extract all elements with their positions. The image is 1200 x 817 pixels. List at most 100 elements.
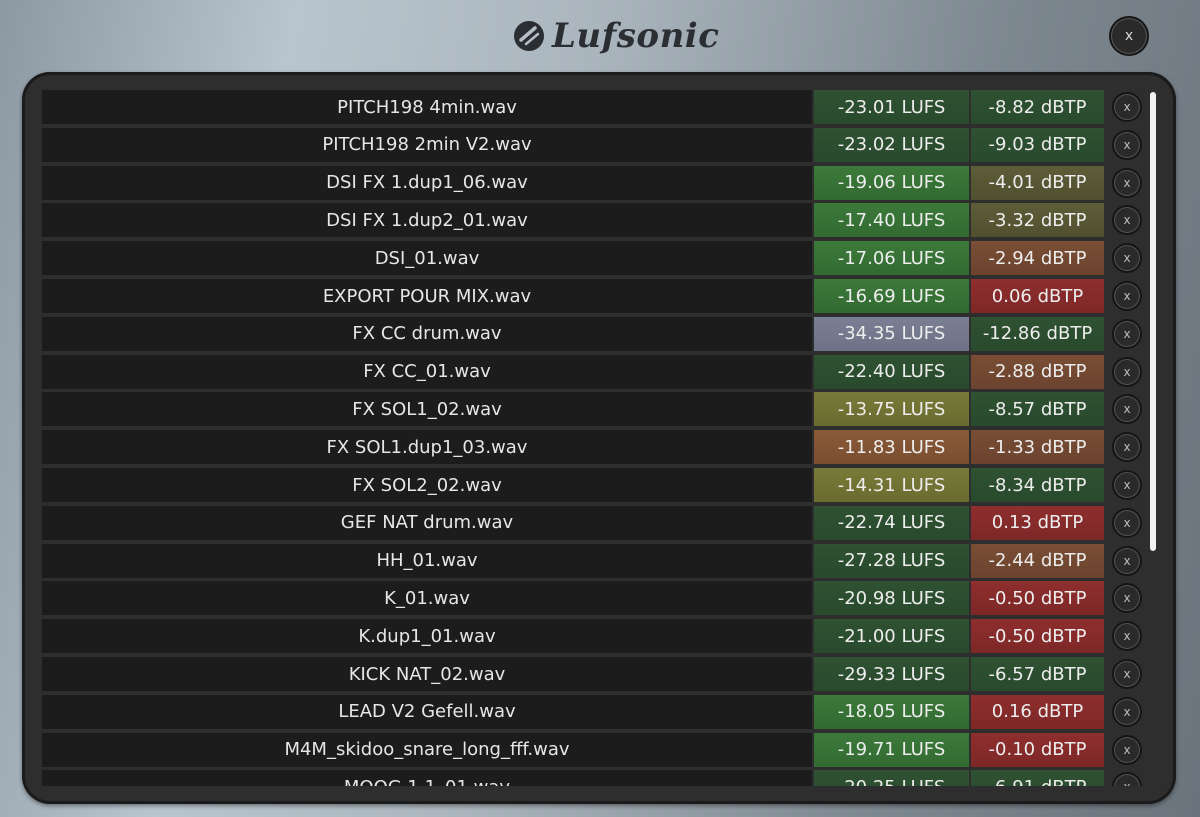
dbtp-value: -12.86 dBTP xyxy=(971,316,1104,351)
dbtp-value: -8.82 dBTP xyxy=(971,90,1104,124)
file-row[interactable]: PITCH198 4min.wav -23.01 LUFS -8.82 dBTP x xyxy=(42,90,1150,124)
file-row[interactable]: FX CC_01.wav -22.40 LUFS -2.88 dBTP x xyxy=(42,354,1150,389)
dbtp-value: -2.44 dBTP xyxy=(971,543,1104,578)
x-icon: x xyxy=(1123,780,1130,786)
file-row[interactable]: HH_01.wav -27.28 LUFS -2.44 dBTP x xyxy=(42,543,1150,578)
app-title: Lufsonic xyxy=(552,16,720,56)
dbtp-value: -0.10 dBTP xyxy=(971,732,1104,767)
lufs-value: -27.28 LUFS xyxy=(814,543,969,578)
file-row[interactable]: M4M_skidoo_snare_long_fff.wav -19.71 LUFS… xyxy=(42,732,1150,767)
file-row[interactable]: EXPORT POUR MIX.wav -16.69 LUFS 0.06 dBTP x xyxy=(42,279,1150,313)
file-name: EXPORT POUR MIX.wav xyxy=(42,279,812,313)
lufs-value: -21.00 LUFS xyxy=(814,619,969,654)
remove-file-button[interactable]: x xyxy=(1112,243,1142,274)
file-row[interactable]: DSI FX 1.dup1_06.wav -19.06 LUFS -4.01 dBT… xyxy=(42,165,1150,200)
dbtp-value: -1.33 dBTP xyxy=(971,430,1104,465)
file-name: DSI FX 1.dup1_06.wav xyxy=(42,165,812,200)
lufs-value: -22.74 LUFS xyxy=(814,505,969,540)
x-icon: x xyxy=(1123,175,1131,190)
remove-file-button[interactable]: x xyxy=(1112,92,1142,122)
dbtp-value: -2.88 dBTP xyxy=(971,354,1104,389)
remove-file-button[interactable]: x xyxy=(1112,205,1142,236)
file-name: PITCH198 2min V2.wav xyxy=(42,127,812,162)
file-row[interactable]: FX SOL1.dup1_03.wav -11.83 LUFS -1.33 dBTP… xyxy=(42,430,1150,465)
lufs-value: -23.02 LUFS xyxy=(814,127,969,162)
file-name: FX CC_01.wav xyxy=(42,354,812,389)
dbtp-value: -3.32 dBTP xyxy=(971,203,1104,238)
dbtp-value: -9.03 dBTP xyxy=(971,127,1104,162)
x-icon: x xyxy=(1123,667,1131,681)
file-name: LEAD V2 Gefell.wav xyxy=(42,694,812,729)
file-row[interactable]: K.dup1_01.wav -21.00 LUFS -0.50 dBTP x xyxy=(42,619,1150,654)
dbtp-value: -0.50 dBTP xyxy=(971,619,1104,654)
file-row[interactable]: FX CC drum.wav -34.35 LUFS -12.86 dBTP x xyxy=(42,316,1150,351)
x-icon: x xyxy=(1123,289,1131,303)
remove-file-button[interactable]: x xyxy=(1112,696,1142,727)
file-name: KICK NAT_02.wav xyxy=(42,657,812,691)
lufs-value: -29.33 LUFS xyxy=(814,657,969,691)
file-row[interactable]: PITCH198 2min V2.wav -23.02 LUFS -9.03 dBT… xyxy=(42,127,1150,162)
remove-file-button[interactable]: x xyxy=(1112,432,1142,463)
remove-file-button[interactable]: x xyxy=(1112,281,1142,311)
lufs-value: -18.05 LUFS xyxy=(814,694,969,729)
dbtp-value: 0.16 dBTP xyxy=(971,694,1104,729)
x-icon: x xyxy=(1123,478,1131,492)
x-icon: x xyxy=(1123,137,1131,152)
dbtp-value: -4.01 dBTP xyxy=(971,165,1104,200)
file-row[interactable]: MOOG 1.1_01.wav-20.25 LUFS-6.91 dBTP x xyxy=(42,770,1150,786)
file-name: HH_01.wav xyxy=(42,543,812,578)
lufs-value: -34.35 LUFS xyxy=(814,316,969,351)
remove-file-button[interactable]: x xyxy=(1112,167,1142,198)
file-row[interactable]: DSI_01.wav -17.06 LUFS -2.94 dBTP x xyxy=(42,241,1150,276)
remove-file-button[interactable]: x xyxy=(1112,318,1142,349)
dbtp-value: -6.57 dBTP xyxy=(971,657,1104,691)
lufs-value: -13.75 LUFS xyxy=(814,392,969,427)
x-icon: x xyxy=(1123,251,1131,266)
file-list[interactable]: PITCH198 4min.wav -23.01 LUFS -8.82 dBTP x P… xyxy=(42,90,1150,786)
lufs-value: -14.31 LUFS xyxy=(814,468,969,502)
file-row[interactable]: K_01.wav -20.98 LUFS -0.50 dBTP x xyxy=(42,581,1150,616)
file-name: GEF NAT drum.wav xyxy=(42,505,812,540)
dbtp-value: -0.50 dBTP xyxy=(971,581,1104,616)
dbtp-value: -8.34 dBTP xyxy=(971,468,1104,502)
x-icon: x xyxy=(1123,591,1131,606)
file-row[interactable]: FX SOL2_02.wav -14.31 LUFS -8.34 dBTP x xyxy=(42,468,1150,502)
file-row[interactable]: DSI FX 1.dup2_01.wav -17.40 LUFS -3.32 dBT… xyxy=(42,203,1150,238)
remove-file-button[interactable]: x xyxy=(1112,583,1142,614)
x-icon: x xyxy=(1123,440,1131,455)
remove-file-button[interactable]: x xyxy=(1112,356,1142,387)
scrollbar-thumb[interactable] xyxy=(1150,92,1156,552)
x-icon: x xyxy=(1123,553,1131,568)
lufs-value: -20.25 LUFS xyxy=(814,770,969,786)
file-name: FX SOL1_02.wav xyxy=(42,392,812,427)
remove-file-button[interactable]: x xyxy=(1112,545,1142,576)
remove-file-button[interactable]: x xyxy=(1112,507,1142,538)
lufs-value: -11.83 LUFS xyxy=(814,430,969,465)
remove-file-button[interactable]: x xyxy=(1112,659,1142,689)
scrollbar[interactable] xyxy=(1150,92,1158,788)
lufs-value: -17.40 LUFS xyxy=(814,203,969,238)
remove-file-button[interactable]: x xyxy=(1112,394,1142,425)
file-row[interactable]: KICK NAT_02.wav -29.33 LUFS -6.57 dBTP x xyxy=(42,657,1150,691)
file-row[interactable]: GEF NAT drum.wav -22.74 LUFS 0.13 dBTP x xyxy=(42,505,1150,540)
file-name: FX SOL2_02.wav xyxy=(42,468,812,502)
x-icon: x xyxy=(1123,326,1131,341)
file-name: DSI FX 1.dup2_01.wav xyxy=(42,203,812,238)
file-row[interactable]: LEAD V2 Gefell.wav -18.05 LUFS 0.16 dBTP x xyxy=(42,694,1150,729)
dbtp-value: -8.57 dBTP xyxy=(971,392,1104,427)
lufs-value: -20.98 LUFS xyxy=(814,581,969,616)
file-row[interactable]: FX SOL1_02.wav -13.75 LUFS -8.57 dBTP x xyxy=(42,392,1150,427)
file-name: FX CC drum.wav xyxy=(42,316,812,351)
remove-file-button[interactable]: x xyxy=(1112,734,1142,765)
remove-file-button[interactable]: x xyxy=(1112,621,1142,652)
remove-file-button[interactable]: x xyxy=(1112,772,1142,786)
lufsonic-logo-icon xyxy=(514,21,544,51)
file-name: M4M_skidoo_snare_long_fff.wav xyxy=(42,732,812,767)
remove-file-button[interactable]: x xyxy=(1112,129,1142,160)
lufs-value: -19.06 LUFS xyxy=(814,165,969,200)
close-app-button[interactable]: x xyxy=(1109,16,1149,56)
x-icon: x xyxy=(1123,704,1131,719)
remove-file-button[interactable]: x xyxy=(1112,470,1142,500)
x-icon: x xyxy=(1123,402,1131,417)
file-name: FX SOL1.dup1_03.wav xyxy=(42,430,812,465)
